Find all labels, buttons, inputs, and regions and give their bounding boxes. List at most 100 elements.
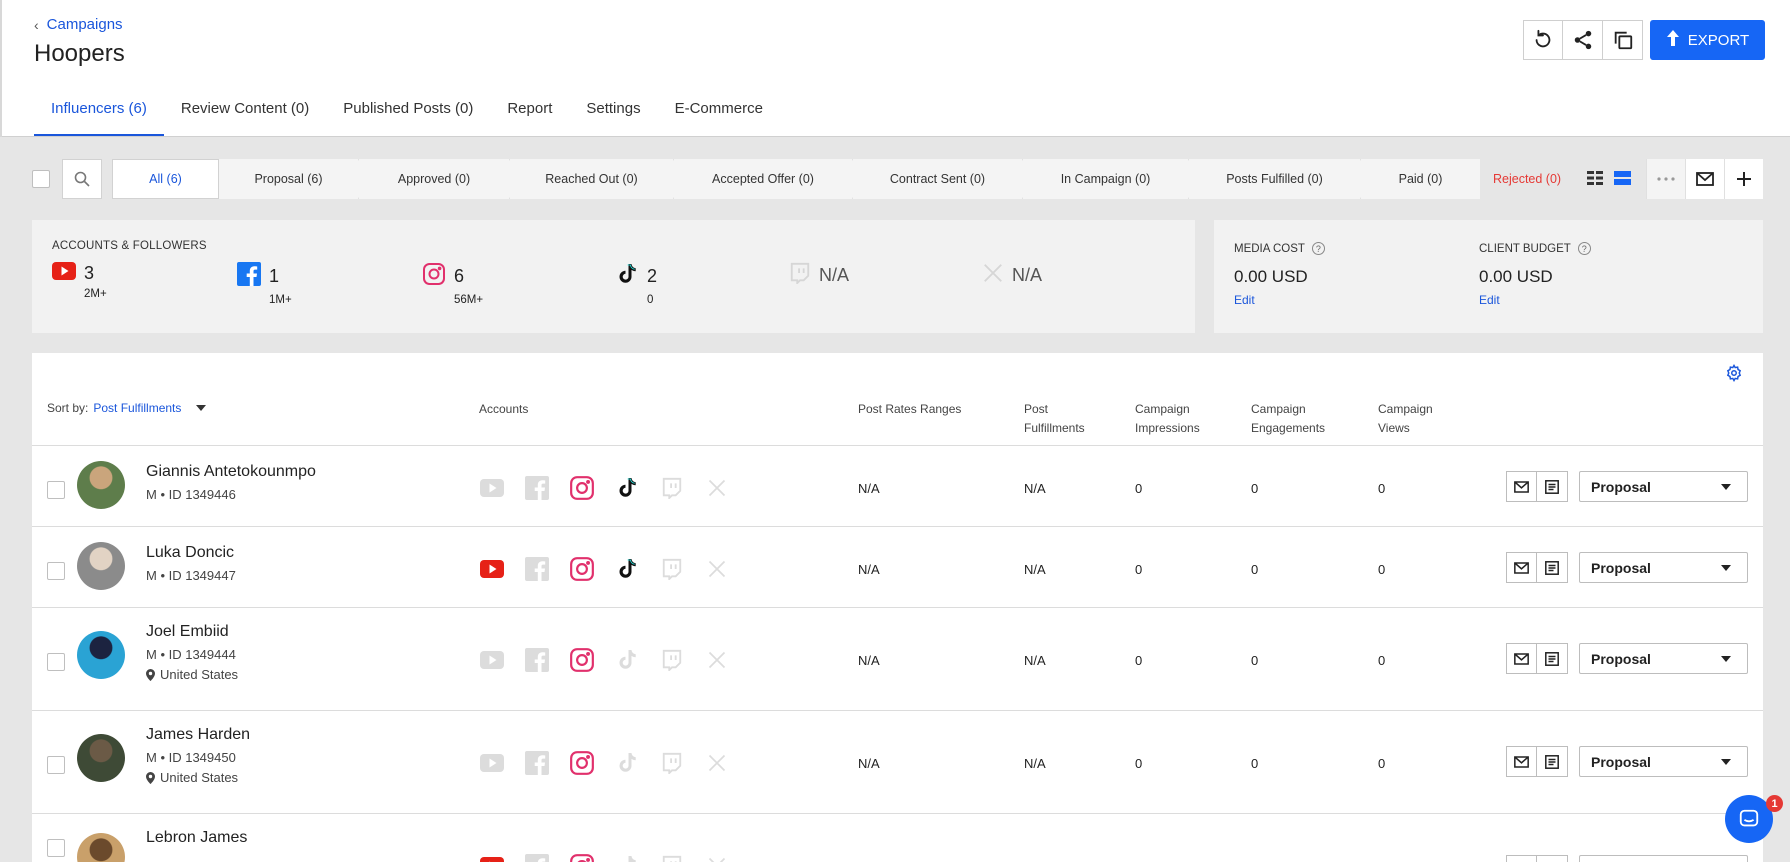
duplicate-button[interactable]	[1603, 20, 1643, 60]
tiktok-icon[interactable]	[614, 647, 640, 673]
tab-ecommerce[interactable]: E-Commerce	[658, 90, 780, 137]
avatar[interactable]	[77, 461, 125, 509]
breadcrumb[interactable]: ‹ Campaigns	[34, 16, 123, 33]
row-checkbox[interactable]	[47, 653, 65, 671]
table-row[interactable]: Joel Embiid M • ID 1349444 United States N/…	[32, 609, 1763, 711]
facebook-icon[interactable]	[524, 750, 550, 776]
email-button[interactable]	[1506, 643, 1537, 674]
tiktok-icon[interactable]	[614, 750, 640, 776]
influencer-name[interactable]: Giannis Antetokounmpo	[146, 463, 316, 481]
stage-posts-fulfilled[interactable]: Posts Fulfilled (0)	[1189, 159, 1369, 199]
row-checkbox[interactable]	[47, 562, 65, 580]
instagram-icon[interactable]	[569, 853, 595, 862]
stage-all[interactable]: All (6)	[112, 159, 219, 199]
avatar[interactable]	[77, 631, 125, 679]
instagram-icon[interactable]	[569, 750, 595, 776]
x-icon[interactable]	[704, 750, 730, 776]
notes-button[interactable]	[1537, 643, 1568, 674]
stage-proposal[interactable]: Proposal (6)	[219, 159, 367, 199]
facebook-icon[interactable]	[524, 475, 550, 501]
notes-button[interactable]	[1537, 746, 1568, 777]
x-icon[interactable]	[704, 647, 730, 673]
search-button[interactable]	[62, 159, 102, 199]
tab-influencers[interactable]: Influencers (6)	[34, 90, 164, 137]
facebook-icon[interactable]	[524, 556, 550, 582]
refresh-button[interactable]	[1523, 20, 1563, 60]
twitch-icon[interactable]	[659, 647, 685, 673]
youtube-icon[interactable]	[479, 750, 505, 776]
email-button[interactable]	[1506, 552, 1537, 583]
row-checkbox[interactable]	[47, 481, 65, 499]
x-icon[interactable]	[704, 556, 730, 582]
avatar[interactable]	[77, 542, 125, 590]
email-button[interactable]	[1506, 855, 1537, 862]
twitch-icon[interactable]	[659, 750, 685, 776]
influencer-name[interactable]: Joel Embiid	[146, 623, 238, 641]
sort-value[interactable]: Post Fulfillments	[93, 401, 181, 415]
table-row[interactable]: James Harden M • ID 1349450 United States N…	[32, 712, 1763, 814]
tab-report[interactable]: Report	[490, 90, 569, 137]
help-icon[interactable]: ?	[1577, 242, 1591, 255]
status-dropdown[interactable]	[1579, 855, 1748, 862]
export-button[interactable]: EXPORT	[1650, 20, 1765, 60]
bulk-email-button[interactable]	[1685, 159, 1724, 199]
row-checkbox[interactable]	[47, 756, 65, 774]
tab-published-posts[interactable]: Published Posts (0)	[326, 90, 490, 137]
stage-reached-out[interactable]: Reached Out (0)	[510, 159, 682, 199]
notes-button[interactable]	[1537, 855, 1568, 862]
tab-settings[interactable]: Settings	[569, 90, 657, 137]
twitch-icon[interactable]	[659, 556, 685, 582]
help-icon[interactable]: ?	[1311, 242, 1325, 255]
instagram-icon[interactable]	[569, 556, 595, 582]
twitch-icon[interactable]	[659, 853, 685, 862]
tiktok-icon[interactable]	[614, 556, 640, 582]
email-button[interactable]	[1506, 471, 1537, 502]
sort-control[interactable]: Sort by: Post Fulfillments	[47, 401, 207, 415]
youtube-icon[interactable]	[479, 475, 505, 501]
table-row[interactable]: Lebron James	[32, 815, 1763, 862]
row-checkbox[interactable]	[47, 839, 65, 857]
youtube-icon[interactable]	[479, 556, 505, 582]
instagram-icon[interactable]	[569, 647, 595, 673]
avatar[interactable]	[77, 734, 125, 782]
table-row[interactable]: Luka Doncic M • ID 1349447 N/A N/A 0 0 0 Propos…	[32, 528, 1763, 608]
select-all-checkbox[interactable]	[32, 170, 50, 188]
status-dropdown[interactable]: Proposal	[1579, 471, 1748, 502]
list-view-icon[interactable]	[1614, 170, 1632, 188]
client-budget-edit-link[interactable]: Edit	[1479, 293, 1591, 307]
status-dropdown[interactable]: Proposal	[1579, 552, 1748, 583]
tiktok-icon[interactable]	[614, 853, 640, 862]
caret-down-icon[interactable]	[196, 405, 207, 411]
status-dropdown[interactable]: Proposal	[1579, 746, 1748, 777]
influencer-name[interactable]: Lebron James	[146, 829, 247, 847]
breadcrumb-campaigns-link[interactable]: Campaigns	[47, 16, 123, 33]
stage-rejected[interactable]: Rejected (0)	[1493, 172, 1561, 186]
email-button[interactable]	[1506, 746, 1537, 777]
twitch-icon[interactable]	[659, 475, 685, 501]
table-row[interactable]: Giannis Antetokounmpo M • ID 1349446 N/A N/…	[32, 447, 1763, 527]
youtube-icon[interactable]	[479, 853, 505, 862]
tiktok-icon[interactable]	[614, 475, 640, 501]
add-influencer-button[interactable]	[1724, 159, 1763, 199]
facebook-icon[interactable]	[524, 647, 550, 673]
stage-paid[interactable]: Paid (0)	[1361, 159, 1480, 199]
instagram-icon[interactable]	[569, 475, 595, 501]
influencer-name[interactable]: Luka Doncic	[146, 544, 236, 562]
tab-review-content[interactable]: Review Content (0)	[164, 90, 326, 137]
more-options-button[interactable]	[1646, 159, 1685, 199]
avatar[interactable]	[77, 833, 125, 862]
status-dropdown[interactable]: Proposal	[1579, 643, 1748, 674]
stage-in-campaign[interactable]: In Campaign (0)	[1023, 159, 1197, 199]
stage-contract-sent[interactable]: Contract Sent (0)	[853, 159, 1031, 199]
table-settings-button[interactable]	[1725, 363, 1743, 385]
x-icon[interactable]	[704, 853, 730, 862]
facebook-icon[interactable]	[524, 853, 550, 862]
media-cost-edit-link[interactable]: Edit	[1234, 293, 1325, 307]
stage-approved[interactable]: Approved (0)	[359, 159, 518, 199]
grid-view-icon[interactable]	[1587, 170, 1604, 188]
share-button[interactable]	[1563, 20, 1603, 60]
notes-button[interactable]	[1537, 552, 1568, 583]
stage-accepted-offer[interactable]: Accepted Offer (0)	[674, 159, 861, 199]
x-icon[interactable]	[704, 475, 730, 501]
notes-button[interactable]	[1537, 471, 1568, 502]
